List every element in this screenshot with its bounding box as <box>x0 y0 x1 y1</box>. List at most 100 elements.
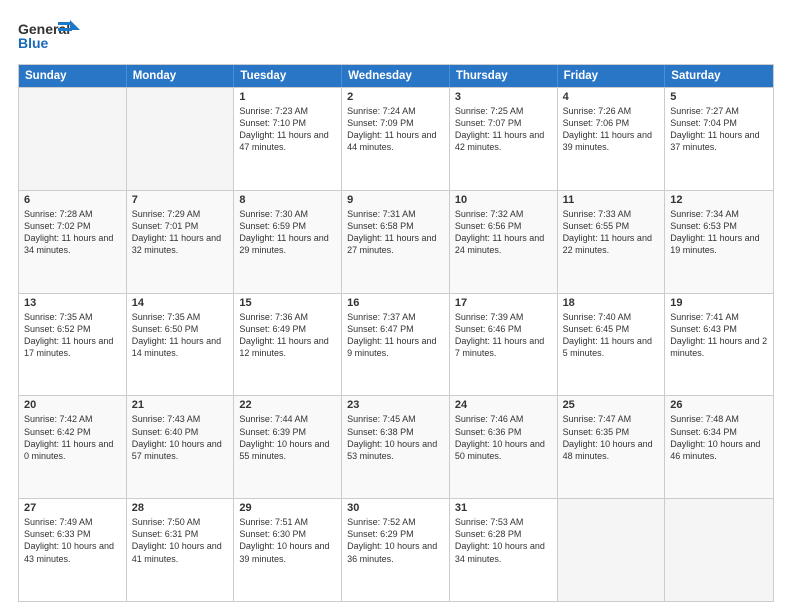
cal-cell: 5 Sunrise: 7:27 AM Sunset: 7:04 PM Daylig… <box>665 88 773 190</box>
day-info: Sunrise: 7:26 AM Sunset: 7:06 PM Dayligh… <box>563 105 660 154</box>
day-info: Sunrise: 7:37 AM Sunset: 6:47 PM Dayligh… <box>347 311 444 360</box>
cal-cell: 19 Sunrise: 7:41 AM Sunset: 6:43 PM Dayli… <box>665 294 773 396</box>
day-info: Sunrise: 7:51 AM Sunset: 6:30 PM Dayligh… <box>239 516 336 565</box>
calendar-row-2: 6Sunrise: 7:28 AM Sunset: 7:02 PM Daylig… <box>19 190 773 293</box>
cal-cell: 18Sunrise: 7:40 AM Sunset: 6:45 PM Dayli… <box>558 294 666 396</box>
day-number: 13 <box>24 297 121 309</box>
cal-cell: 4 Sunrise: 7:26 AM Sunset: 7:06 PM Daylig… <box>558 88 666 190</box>
cal-cell: 29 Sunrise: 7:51 AM Sunset: 6:30 PM Dayli… <box>234 499 342 601</box>
calendar: SundayMondayTuesdayWednesdayThursdayFrid… <box>18 64 774 602</box>
cal-cell: 25Sunrise: 7:47 AM Sunset: 6:35 PM Dayli… <box>558 396 666 498</box>
day-info: Sunrise: 7:53 AM Sunset: 6:28 PM Dayligh… <box>455 516 552 565</box>
day-number: 17 <box>455 297 552 309</box>
day-number: 5 <box>670 91 768 103</box>
day-number: 20 <box>24 399 121 411</box>
day-info: Sunrise: 7:44 AM Sunset: 6:39 PM Dayligh… <box>239 413 336 462</box>
cal-cell: 17 Sunrise: 7:39 AM Sunset: 6:46 PM Dayli… <box>450 294 558 396</box>
header-day-wednesday: Wednesday <box>342 65 450 87</box>
cal-cell <box>558 499 666 601</box>
day-info: Sunrise: 7:35 AM Sunset: 6:50 PM Dayligh… <box>132 311 229 360</box>
cal-cell: 31 Sunrise: 7:53 AM Sunset: 6:28 PM Dayli… <box>450 499 558 601</box>
cal-cell: 28Sunrise: 7:50 AM Sunset: 6:31 PM Dayli… <box>127 499 235 601</box>
day-number: 27 <box>24 502 121 514</box>
cal-cell <box>19 88 127 190</box>
day-number: 7 <box>132 194 229 206</box>
day-info: Sunrise: 7:31 AM Sunset: 6:58 PM Dayligh… <box>347 208 444 257</box>
calendar-row-5: 27 Sunrise: 7:49 AM Sunset: 6:33 PM Dayli… <box>19 498 773 601</box>
day-number: 8 <box>239 194 336 206</box>
header-day-thursday: Thursday <box>450 65 558 87</box>
cal-cell: 7 Sunrise: 7:29 AM Sunset: 7:01 PM Daylig… <box>127 191 235 293</box>
logo: GeneralBlue <box>18 18 88 54</box>
page: GeneralBlue SundayMondayTuesdayWednesday… <box>0 0 792 612</box>
day-info: Sunrise: 7:32 AM Sunset: 6:56 PM Dayligh… <box>455 208 552 257</box>
day-number: 10 <box>455 194 552 206</box>
day-info: Sunrise: 7:27 AM Sunset: 7:04 PM Dayligh… <box>670 105 768 154</box>
cal-cell: 8 Sunrise: 7:30 AM Sunset: 6:59 PM Daylig… <box>234 191 342 293</box>
cal-cell: 2 Sunrise: 7:24 AM Sunset: 7:09 PM Daylig… <box>342 88 450 190</box>
cal-cell: 10 Sunrise: 7:32 AM Sunset: 6:56 PM Dayli… <box>450 191 558 293</box>
day-info: Sunrise: 7:52 AM Sunset: 6:29 PM Dayligh… <box>347 516 444 565</box>
day-info: Sunrise: 7:45 AM Sunset: 6:38 PM Dayligh… <box>347 413 444 462</box>
day-info: Sunrise: 7:36 AM Sunset: 6:49 PM Dayligh… <box>239 311 336 360</box>
calendar-row-1: 1Sunrise: 7:23 AM Sunset: 7:10 PM Daylig… <box>19 87 773 190</box>
cal-cell <box>665 499 773 601</box>
day-info: Sunrise: 7:43 AM Sunset: 6:40 PM Dayligh… <box>132 413 229 462</box>
cal-cell: 21 Sunrise: 7:43 AM Sunset: 6:40 PM Dayli… <box>127 396 235 498</box>
day-number: 3 <box>455 91 552 103</box>
day-number: 11 <box>563 194 660 206</box>
cal-cell: 30Sunrise: 7:52 AM Sunset: 6:29 PM Dayli… <box>342 499 450 601</box>
cal-cell: 11 Sunrise: 7:33 AM Sunset: 6:55 PM Dayli… <box>558 191 666 293</box>
day-info: Sunrise: 7:29 AM Sunset: 7:01 PM Dayligh… <box>132 208 229 257</box>
day-info: Sunrise: 7:35 AM Sunset: 6:52 PM Dayligh… <box>24 311 121 360</box>
day-number: 26 <box>670 399 768 411</box>
cal-cell: 14 Sunrise: 7:35 AM Sunset: 6:50 PM Dayli… <box>127 294 235 396</box>
cal-cell: 12Sunrise: 7:34 AM Sunset: 6:53 PM Dayli… <box>665 191 773 293</box>
day-info: Sunrise: 7:25 AM Sunset: 7:07 PM Dayligh… <box>455 105 552 154</box>
day-number: 29 <box>239 502 336 514</box>
day-info: Sunrise: 7:24 AM Sunset: 7:09 PM Dayligh… <box>347 105 444 154</box>
header-day-friday: Friday <box>558 65 666 87</box>
calendar-row-4: 20 Sunrise: 7:42 AM Sunset: 6:42 PM Dayli… <box>19 395 773 498</box>
cal-cell: 16 Sunrise: 7:37 AM Sunset: 6:47 PM Dayli… <box>342 294 450 396</box>
day-info: Sunrise: 7:28 AM Sunset: 7:02 PM Dayligh… <box>24 208 121 257</box>
day-info: Sunrise: 7:41 AM Sunset: 6:43 PM Dayligh… <box>670 311 768 360</box>
day-number: 22 <box>239 399 336 411</box>
header-day-monday: Monday <box>127 65 235 87</box>
day-info: Sunrise: 7:42 AM Sunset: 6:42 PM Dayligh… <box>24 413 121 462</box>
cal-cell <box>127 88 235 190</box>
day-number: 23 <box>347 399 444 411</box>
day-number: 14 <box>132 297 229 309</box>
day-number: 1 <box>239 91 336 103</box>
day-info: Sunrise: 7:49 AM Sunset: 6:33 PM Dayligh… <box>24 516 121 565</box>
day-number: 31 <box>455 502 552 514</box>
day-info: Sunrise: 7:30 AM Sunset: 6:59 PM Dayligh… <box>239 208 336 257</box>
cal-cell: 13 Sunrise: 7:35 AM Sunset: 6:52 PM Dayli… <box>19 294 127 396</box>
day-info: Sunrise: 7:48 AM Sunset: 6:34 PM Dayligh… <box>670 413 768 462</box>
header-day-saturday: Saturday <box>665 65 773 87</box>
day-info: Sunrise: 7:46 AM Sunset: 6:36 PM Dayligh… <box>455 413 552 462</box>
day-info: Sunrise: 7:33 AM Sunset: 6:55 PM Dayligh… <box>563 208 660 257</box>
day-number: 18 <box>563 297 660 309</box>
cal-cell: 26 Sunrise: 7:48 AM Sunset: 6:34 PM Dayli… <box>665 396 773 498</box>
cal-cell: 9Sunrise: 7:31 AM Sunset: 6:58 PM Daylig… <box>342 191 450 293</box>
day-info: Sunrise: 7:34 AM Sunset: 6:53 PM Dayligh… <box>670 208 768 257</box>
cal-cell: 24 Sunrise: 7:46 AM Sunset: 6:36 PM Dayli… <box>450 396 558 498</box>
day-info: Sunrise: 7:50 AM Sunset: 6:31 PM Dayligh… <box>132 516 229 565</box>
calendar-row-3: 13 Sunrise: 7:35 AM Sunset: 6:52 PM Dayli… <box>19 293 773 396</box>
day-number: 19 <box>670 297 768 309</box>
day-number: 24 <box>455 399 552 411</box>
day-number: 21 <box>132 399 229 411</box>
calendar-body: 1Sunrise: 7:23 AM Sunset: 7:10 PM Daylig… <box>19 87 773 601</box>
svg-text:Blue: Blue <box>18 35 49 51</box>
day-info: Sunrise: 7:47 AM Sunset: 6:35 PM Dayligh… <box>563 413 660 462</box>
cal-cell: 27 Sunrise: 7:49 AM Sunset: 6:33 PM Dayli… <box>19 499 127 601</box>
day-number: 16 <box>347 297 444 309</box>
day-number: 4 <box>563 91 660 103</box>
cal-cell: 3 Sunrise: 7:25 AM Sunset: 7:07 PM Daylig… <box>450 88 558 190</box>
day-info: Sunrise: 7:39 AM Sunset: 6:46 PM Dayligh… <box>455 311 552 360</box>
header-day-sunday: Sunday <box>19 65 127 87</box>
cal-cell: 23 Sunrise: 7:45 AM Sunset: 6:38 PM Dayli… <box>342 396 450 498</box>
day-number: 2 <box>347 91 444 103</box>
cal-cell: 1Sunrise: 7:23 AM Sunset: 7:10 PM Daylig… <box>234 88 342 190</box>
